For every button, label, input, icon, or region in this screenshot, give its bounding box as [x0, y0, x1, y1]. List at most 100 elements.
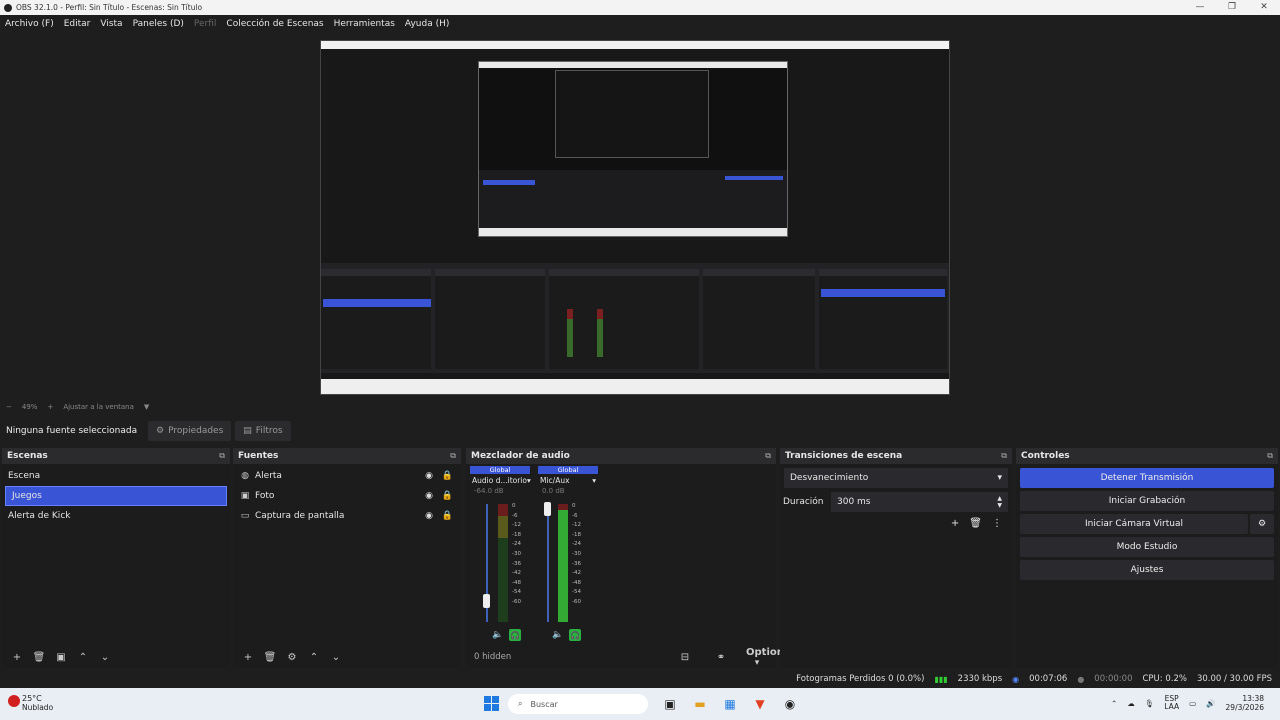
move-up-button[interactable]: ⌃ [303, 652, 325, 663]
chevron-down-icon[interactable]: ▾ [527, 476, 531, 485]
scene-item-selected[interactable]: Juegos [5, 486, 227, 506]
chevron-up-icon[interactable]: ⌃ [1111, 699, 1117, 708]
transition-selected: Desvanecimiento [790, 473, 869, 483]
undock-icon[interactable]: ⧉ [765, 451, 771, 461]
filters-button[interactable]: ▤ Filtros [235, 421, 291, 441]
start-virtual-camera-button[interactable]: Iniciar Cámara Virtual [1020, 514, 1248, 534]
more-icon[interactable]: ⋮ [992, 518, 1002, 529]
stop-stream-button[interactable]: Detener Transmisión [1020, 468, 1274, 488]
stream-time: 00:07:06 [1029, 674, 1068, 684]
window-titlebar: OBS 32.1.0 - Perfil: Sin Título - Escena… [0, 0, 1280, 15]
channel-name[interactable]: Mic/Aux [540, 476, 570, 485]
mixer-layout-icon[interactable]: ⊟ [674, 652, 696, 663]
lock-icon[interactable]: 🔒 [442, 491, 453, 501]
sources-title: Fuentes [238, 451, 279, 461]
move-up-button[interactable]: ⌃ [72, 652, 94, 663]
menu-coleccion-escenas[interactable]: Colección de Escenas [221, 19, 328, 29]
eye-icon[interactable]: ◉ [425, 491, 433, 501]
lock-icon[interactable]: 🔒 [442, 471, 453, 481]
store-icon[interactable]: ▦ [722, 696, 738, 712]
scene-item[interactable]: Escena [2, 466, 230, 486]
close-button[interactable]: ✕ [1248, 0, 1280, 15]
undock-icon[interactable]: ⧉ [1001, 451, 1007, 461]
zoom-dropdown-icon[interactable]: ▼ [144, 403, 149, 411]
options-button[interactable]: Options ▾ [746, 647, 790, 668]
eye-icon[interactable]: ◉ [425, 471, 433, 481]
cloud-icon[interactable]: ☁ [1127, 699, 1135, 708]
settings-button[interactable]: Ajustes [1020, 560, 1274, 580]
signal-bars-icon: ▮▮▮ [934, 674, 948, 684]
add-transition-button[interactable]: + [951, 518, 959, 529]
hidden-count[interactable]: 0 hidden [474, 652, 511, 662]
volume-fader-knob[interactable] [483, 594, 490, 608]
scene-filter-button[interactable]: ▣ [50, 652, 72, 663]
brave-browser-icon[interactable]: ▼ [752, 696, 768, 712]
move-down-button[interactable]: ⌄ [94, 652, 116, 663]
taskbar-search[interactable]: ⌕ Buscar [508, 694, 648, 714]
zoom-fit-label[interactable]: Ajustar a la ventana [63, 403, 134, 411]
source-item[interactable]: ▣ Foto ◉ 🔒 [233, 486, 461, 506]
weather-widget[interactable]: 25°C Nublado [22, 694, 53, 712]
clock[interactable]: 13:38 29/3/2026 [1226, 694, 1264, 712]
menu-herramientas[interactable]: Herramientas [329, 19, 400, 29]
maximize-button[interactable]: ❐ [1216, 0, 1248, 15]
zoom-out-button[interactable]: − [6, 403, 12, 411]
headphones-icon[interactable]: 🎧 [569, 629, 582, 641]
add-source-button[interactable]: + [237, 652, 259, 663]
add-scene-button[interactable]: + [6, 652, 28, 663]
chevron-down-icon: ▾ [997, 473, 1002, 483]
volume-fader-track[interactable] [547, 504, 549, 622]
globe-icon: ◍ [241, 471, 249, 481]
volume-icon[interactable]: 🔊 [1206, 699, 1215, 708]
filters-label: Filtros [255, 426, 283, 436]
language-indicator[interactable]: ESP LAA [1164, 695, 1179, 711]
speaker-icon[interactable]: 🔈 [552, 630, 563, 640]
zoom-in-button[interactable]: + [47, 403, 53, 411]
menu-archivo[interactable]: Archivo (F) [0, 19, 59, 29]
remove-transition-button[interactable]: 🗑 [969, 518, 982, 529]
fps: 30.00 / 30.00 FPS [1196, 674, 1272, 684]
weather-alert-icon[interactable] [8, 695, 20, 707]
start-recording-button[interactable]: Iniciar Grabación [1020, 491, 1274, 511]
channel-db: -64.0 dB [474, 487, 504, 495]
file-explorer-icon[interactable]: ▬ [692, 696, 708, 712]
menu-vista[interactable]: Vista [95, 19, 127, 29]
windows-start-icon[interactable] [484, 696, 500, 712]
source-item[interactable]: ◍ Alerta ◉ 🔒 [233, 466, 461, 486]
lock-icon[interactable]: 🔒 [442, 511, 453, 521]
duration-input[interactable]: 300 ms ▲ ▼ [831, 492, 1008, 512]
remove-scene-button[interactable]: 🗑 [28, 652, 50, 663]
mic-icon[interactable]: 🎙 [1145, 699, 1155, 708]
scene-item[interactable]: Alerta de Kick [2, 506, 230, 526]
obs-taskbar-icon[interactable]: ◉ [782, 696, 798, 712]
monitor-tray-icon[interactable]: ▭ [1189, 699, 1196, 708]
menu-ayuda[interactable]: Ayuda (H) [400, 19, 454, 29]
properties-button[interactable]: ⚙ Propiedades [148, 421, 232, 441]
spinner-icon[interactable]: ▲ ▼ [997, 495, 1002, 509]
move-down-button[interactable]: ⌄ [325, 652, 347, 663]
program-preview[interactable] [320, 40, 950, 395]
volume-fader-knob[interactable] [544, 502, 551, 516]
menu-perfil[interactable]: Perfil [189, 19, 222, 29]
speaker-icon[interactable]: 🔈 [492, 630, 503, 640]
source-settings-button[interactable]: ⚙ [281, 652, 303, 663]
menu-editar[interactable]: Editar [59, 19, 96, 29]
source-item[interactable]: ▭ Captura de pantalla ◉ 🔒 [233, 506, 461, 526]
chevron-down-icon[interactable]: ▾ [592, 476, 596, 485]
undock-icon[interactable]: ⧉ [1267, 451, 1273, 461]
remove-source-button[interactable]: 🗑 [259, 652, 281, 663]
preview-area[interactable] [0, 33, 1280, 400]
transition-select[interactable]: Desvanecimiento ▾ [784, 468, 1008, 488]
channel-name[interactable]: Audio d...itorio [472, 476, 527, 485]
duration-label: Duración [783, 497, 824, 507]
studio-mode-button[interactable]: Modo Estudio [1020, 537, 1274, 557]
task-view-icon[interactable]: ▣ [662, 696, 678, 712]
headphones-icon[interactable]: 🎧 [509, 629, 522, 641]
menu-paneles[interactable]: Paneles (D) [128, 19, 189, 29]
undock-icon[interactable]: ⧉ [450, 451, 456, 461]
virtual-camera-settings-gear-icon[interactable]: ⚙ [1250, 514, 1274, 534]
minimize-button[interactable]: — [1184, 0, 1216, 15]
link-icon[interactable]: ⚭ [710, 652, 732, 663]
undock-icon[interactable]: ⧉ [219, 451, 225, 461]
eye-icon[interactable]: ◉ [425, 511, 433, 521]
